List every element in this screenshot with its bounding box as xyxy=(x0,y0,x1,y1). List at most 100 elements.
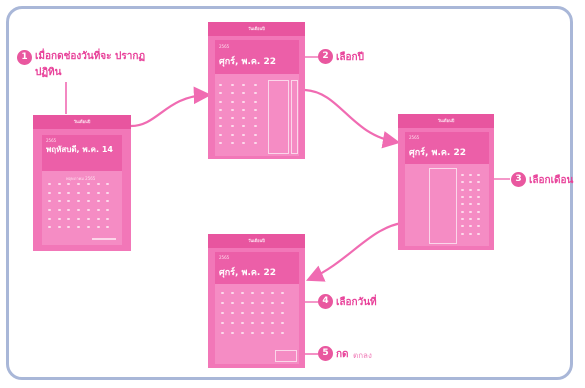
calendar-day-cell[interactable] xyxy=(219,133,222,136)
calendar-day-cell[interactable] xyxy=(469,225,472,228)
calendar-day-cell[interactable] xyxy=(261,312,264,314)
calendar-day-cell[interactable] xyxy=(253,133,257,136)
calendar-day-cell[interactable] xyxy=(469,218,472,220)
calendar-day-cell[interactable] xyxy=(230,108,234,111)
year-scroll[interactable] xyxy=(291,80,298,154)
calendar-day-cell[interactable] xyxy=(219,92,222,95)
ok-button[interactable] xyxy=(275,350,297,362)
calendar-day-cell[interactable] xyxy=(242,125,245,128)
calendar-day-cell[interactable] xyxy=(241,312,244,314)
calendar-day-cell[interactable] xyxy=(86,209,90,211)
calendar-day-cell[interactable] xyxy=(281,332,284,334)
calendar-day-cell[interactable] xyxy=(253,117,257,119)
calendar-day-cell[interactable] xyxy=(96,217,100,220)
calendar-day-cell[interactable] xyxy=(477,225,480,228)
calendar-day-cell[interactable] xyxy=(253,100,257,103)
calendar-day-cell[interactable] xyxy=(67,226,71,229)
calendar-day-cell[interactable] xyxy=(261,332,264,334)
calendar-day-cell[interactable] xyxy=(67,183,71,185)
calendar-day-cell[interactable] xyxy=(96,200,100,203)
calendar-day-cell[interactable] xyxy=(77,200,81,203)
calendar-day-cell[interactable] xyxy=(271,292,274,294)
calendar-day-cell[interactable] xyxy=(461,181,464,184)
calendar-day-cell[interactable] xyxy=(261,292,264,294)
calendar-day-cell[interactable] xyxy=(86,226,90,229)
calendar-day-cell[interactable] xyxy=(219,141,222,144)
calendar-day-cell[interactable] xyxy=(253,92,257,95)
calendar-day-cell[interactable] xyxy=(231,332,234,334)
calendar-day-cell[interactable] xyxy=(461,203,464,206)
calendar-day-cell[interactable] xyxy=(253,141,257,144)
calendar-day-cell[interactable] xyxy=(261,302,264,304)
calendar-day-cell[interactable] xyxy=(96,183,100,185)
calendar-day-cell[interactable] xyxy=(242,92,245,95)
calendar-day-cell[interactable] xyxy=(106,200,110,203)
calendar-day-cell[interactable] xyxy=(271,302,274,304)
calendar-day-cell[interactable] xyxy=(219,108,222,111)
calendar-day-cell[interactable] xyxy=(477,210,480,213)
calendar-day-cell[interactable] xyxy=(221,292,224,294)
calendar-day-cell[interactable] xyxy=(86,217,90,220)
calendar-day-cell[interactable] xyxy=(461,225,464,228)
calendar-day-cell[interactable] xyxy=(230,100,234,103)
month-list[interactable] xyxy=(429,168,457,244)
calendar-day-cell[interactable] xyxy=(219,125,222,128)
calendar-day-cell[interactable] xyxy=(469,181,472,184)
calendar-day-cell[interactable] xyxy=(477,188,480,191)
calendar-day-cell[interactable] xyxy=(57,226,61,229)
calendar-day-cell[interactable] xyxy=(219,117,222,119)
calendar-day-cell[interactable] xyxy=(57,200,61,203)
calendar-day-cell[interactable] xyxy=(230,133,234,136)
calendar-day-cell[interactable] xyxy=(469,174,472,176)
calendar-day-cell[interactable] xyxy=(230,141,234,144)
calendar-day-cell[interactable] xyxy=(230,84,234,86)
calendar-day-cell[interactable] xyxy=(469,203,472,206)
day-grid[interactable] xyxy=(221,292,291,342)
calendar-day-cell[interactable] xyxy=(271,332,274,334)
ok-cancel-buttons[interactable] xyxy=(92,238,116,240)
calendar-day-cell[interactable] xyxy=(477,174,480,176)
calendar-day-cell[interactable] xyxy=(67,200,71,203)
calendar-day-cell[interactable] xyxy=(281,322,284,324)
calendar-day-cell[interactable] xyxy=(106,191,110,194)
calendar-day-cell[interactable] xyxy=(67,217,71,220)
calendar-day-cell[interactable] xyxy=(281,312,284,314)
calendar-day-cell[interactable] xyxy=(106,209,110,211)
calendar-day-cell[interactable] xyxy=(477,203,480,206)
calendar-day-cell[interactable] xyxy=(231,312,234,314)
calendar-day-cell[interactable] xyxy=(241,332,244,334)
calendar-day-cell[interactable] xyxy=(242,117,245,119)
calendar-day-cell[interactable] xyxy=(461,188,464,191)
calendar-day-cell[interactable] xyxy=(221,322,224,324)
calendar-day-cell[interactable] xyxy=(86,191,90,194)
calendar-day-cell[interactable] xyxy=(77,191,81,194)
calendar-day-cell[interactable] xyxy=(231,322,234,324)
calendar-day-cell[interactable] xyxy=(96,226,100,229)
calendar-day-cell[interactable] xyxy=(57,217,61,220)
calendar-day-cell[interactable] xyxy=(241,292,244,294)
calendar-day-cell[interactable] xyxy=(86,200,90,203)
calendar-day-cell[interactable] xyxy=(281,292,284,294)
year-list[interactable] xyxy=(268,80,289,154)
calendar-day-cell[interactable] xyxy=(221,302,224,304)
calendar-day-cell[interactable] xyxy=(241,302,244,304)
calendar-day-cell[interactable] xyxy=(242,100,245,103)
calendar-day-cell[interactable] xyxy=(253,125,257,128)
calendar-day-cell[interactable] xyxy=(67,191,71,194)
calendar-day-cell[interactable] xyxy=(281,302,284,304)
calendar-day-cell[interactable] xyxy=(461,210,464,213)
calendar-day-cell[interactable] xyxy=(96,209,100,211)
calendar-day-cell[interactable] xyxy=(251,302,254,304)
calendar-day-cell[interactable] xyxy=(242,133,245,136)
calendar-day-cell[interactable] xyxy=(67,209,71,211)
calendar-day-cell[interactable] xyxy=(271,322,274,324)
calendar-day-cell[interactable] xyxy=(477,218,480,220)
calendar-day-cell[interactable] xyxy=(230,125,234,128)
calendar-day-cell[interactable] xyxy=(221,312,224,314)
calendar-day-cell[interactable] xyxy=(221,332,224,334)
calendar-day-cell[interactable] xyxy=(241,322,244,324)
calendar-day-cell[interactable] xyxy=(242,108,245,111)
calendar-day-cell[interactable] xyxy=(219,84,222,86)
calendar-day-cell[interactable] xyxy=(253,108,257,111)
calendar-day-cell[interactable] xyxy=(77,217,81,220)
